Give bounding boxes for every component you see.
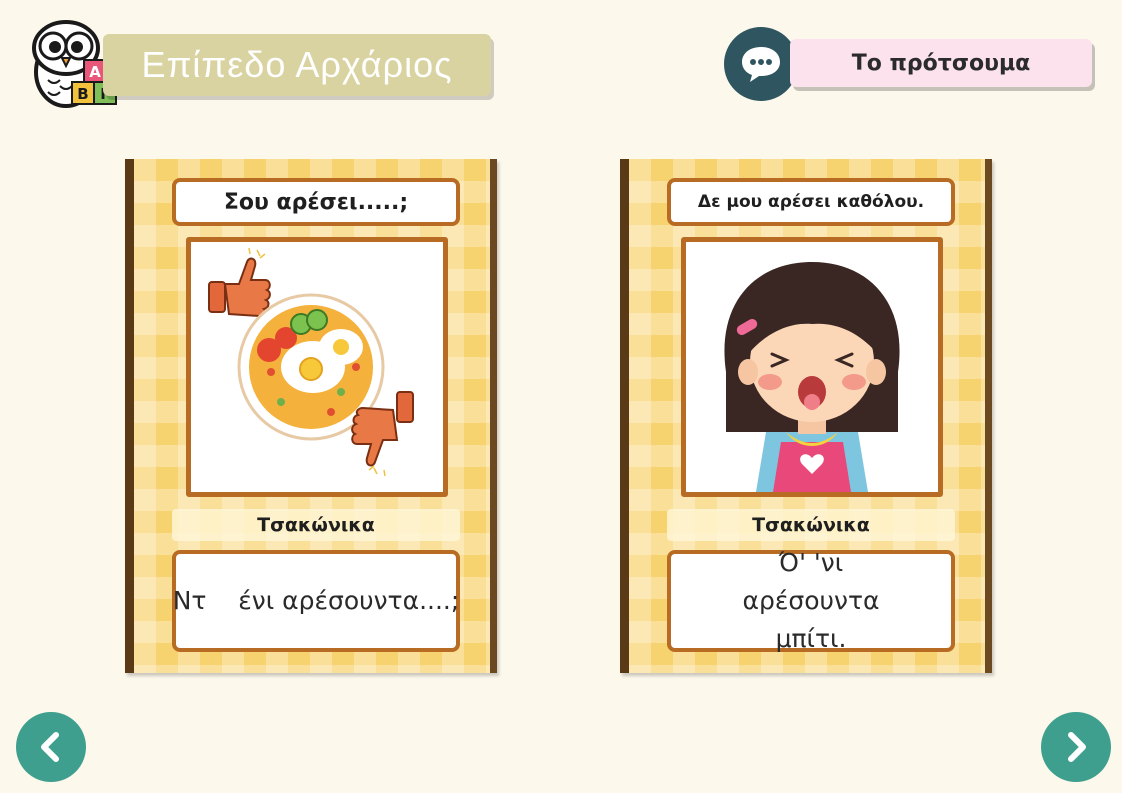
previous-button[interactable] bbox=[16, 712, 86, 782]
card-title: Δε μου αρέσει καθόλου. bbox=[667, 178, 955, 226]
flashcard-question: Σου αρέσει.....; Τσακώνικα Ντ ένι αρέσου… bbox=[125, 159, 497, 673]
phrase-text: Ό' 'νι αρέσουντα μπίτι. bbox=[667, 548, 955, 653]
logo-letter: Β bbox=[77, 85, 88, 103]
phrase-text: Ντ ένι αρέσουντα....; bbox=[172, 550, 460, 652]
logo-letter: Α bbox=[89, 63, 101, 81]
card-title: Σου αρέσει.....; bbox=[172, 178, 460, 226]
language-label: Τσακώνικα bbox=[667, 509, 955, 541]
disgusted-girl-illustration bbox=[681, 237, 943, 497]
language-label: Τσακώνικα bbox=[172, 509, 460, 541]
food-plate-illustration bbox=[186, 237, 448, 497]
next-button[interactable] bbox=[1041, 712, 1111, 782]
pattern-button[interactable]: Το πρότσουμα bbox=[790, 39, 1092, 87]
flashcard-answer: Δε μου αρέσει καθόλου. Τσακώνικα Ό' 'νι … bbox=[620, 159, 992, 673]
level-title-banner: Επίπεδο Αρχάριος bbox=[103, 34, 491, 96]
chat-bubble-icon[interactable] bbox=[724, 27, 798, 101]
thumbs-up-icon bbox=[208, 247, 271, 318]
chevron-right-icon bbox=[1068, 732, 1086, 762]
chevron-left-icon bbox=[41, 732, 59, 762]
